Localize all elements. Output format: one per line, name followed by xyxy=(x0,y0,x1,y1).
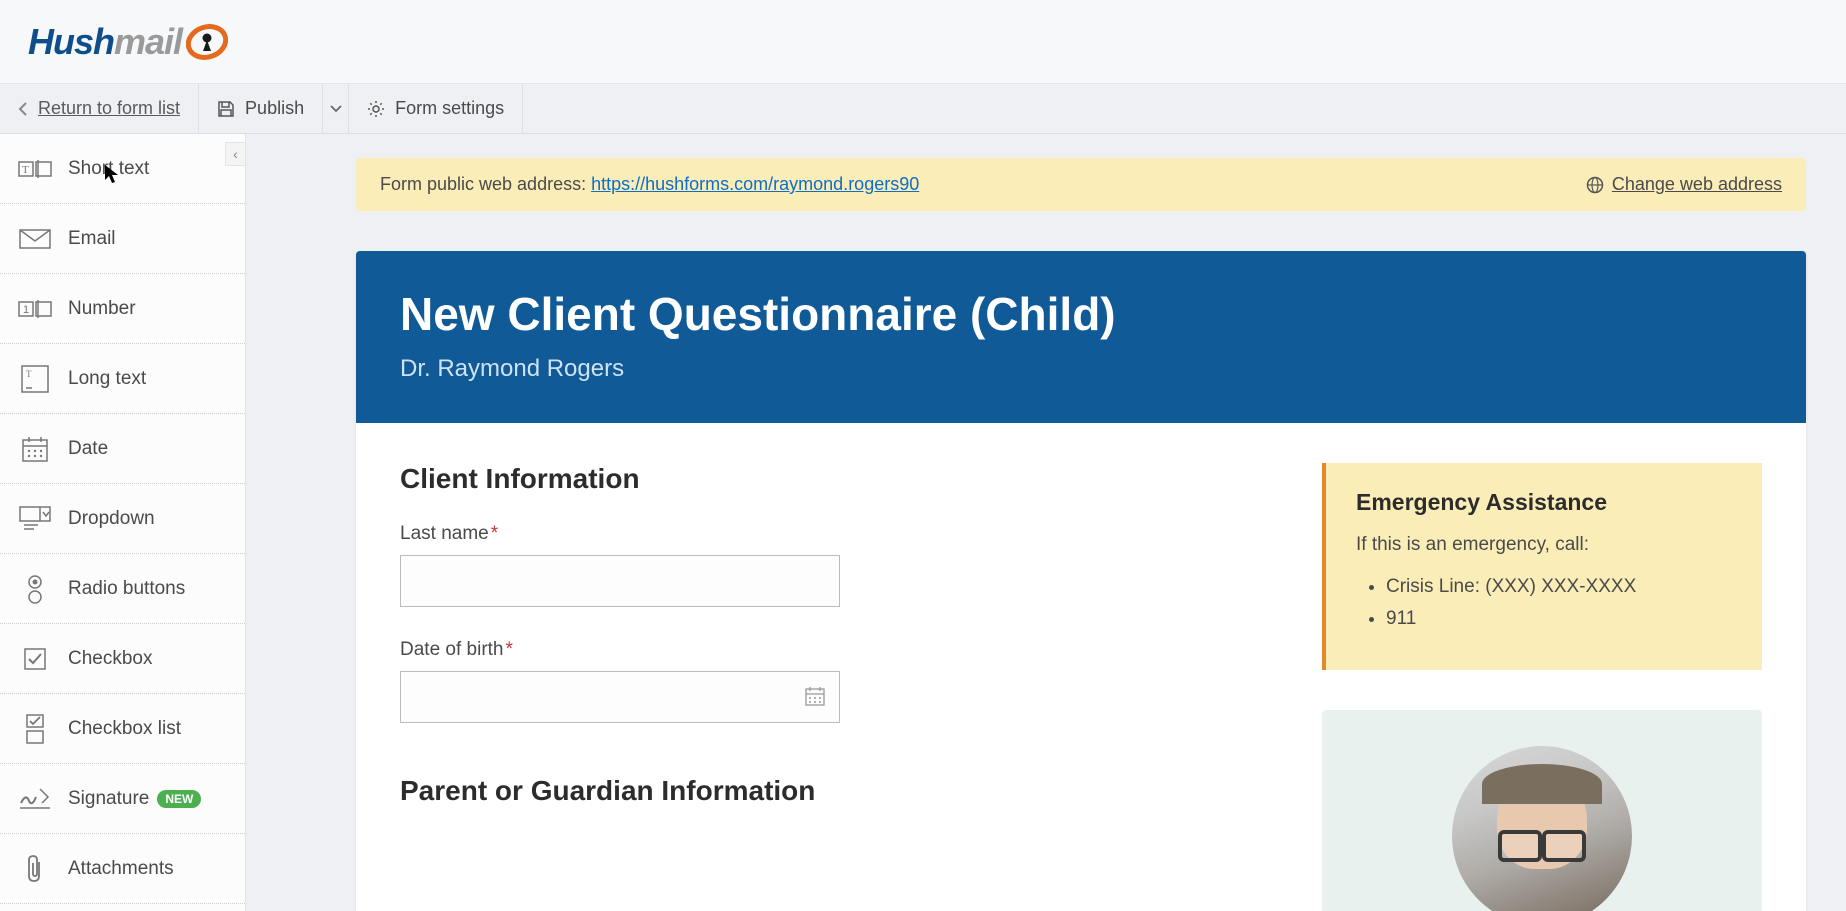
field-checkbox[interactable]: Checkbox xyxy=(0,624,245,694)
section-guardian-info[interactable]: Parent or Guardian Information xyxy=(400,775,1272,807)
lastname-label: Last name* xyxy=(400,523,1272,545)
avatar-card[interactable] xyxy=(1322,710,1762,911)
field-number[interactable]: 1 Number xyxy=(0,274,245,344)
field-label: Attachments xyxy=(68,858,174,880)
svg-text:T: T xyxy=(22,164,29,176)
dob-input[interactable] xyxy=(400,671,840,723)
dob-label: Date of birth* xyxy=(400,639,1272,661)
callout-item: Crisis Line: (XXX) XXX-XXXX xyxy=(1386,576,1732,598)
form-left-column: Client Information Last name* Date of bi… xyxy=(400,463,1272,911)
field-block-lastname[interactable]: Last name* xyxy=(400,523,1272,607)
calendar-icon[interactable] xyxy=(804,685,826,707)
section-client-info[interactable]: Client Information xyxy=(400,463,1272,495)
number-icon: 1 xyxy=(16,290,54,328)
field-dropdown[interactable]: Dropdown xyxy=(0,484,245,554)
checkbox-icon xyxy=(16,640,54,678)
checkbox-list-icon xyxy=(16,710,54,748)
signature-icon xyxy=(16,780,54,818)
callout-item: 911 xyxy=(1386,608,1732,630)
chevron-left-icon: ‹ xyxy=(233,146,238,162)
email-icon xyxy=(16,220,54,258)
required-marker: * xyxy=(506,639,513,660)
new-badge: NEW xyxy=(157,790,201,808)
field-label: Long text xyxy=(68,368,146,390)
field-radio[interactable]: Radio buttons xyxy=(0,554,245,624)
form-preview: New Client Questionnaire (Child) Dr. Ray… xyxy=(356,251,1806,911)
field-label: Dropdown xyxy=(68,508,155,530)
globe-icon xyxy=(1586,176,1604,194)
form-canvas: Form public web address: https://hushfor… xyxy=(246,134,1846,911)
paperclip-icon xyxy=(16,850,54,888)
form-subtitle: Dr. Raymond Rogers xyxy=(400,355,1762,383)
chevron-down-icon xyxy=(330,105,342,113)
field-block-dob[interactable]: Date of birth* xyxy=(400,639,1272,723)
field-long-text[interactable]: T Long text xyxy=(0,344,245,414)
avatar-image xyxy=(1452,746,1632,911)
svg-text:T: T xyxy=(26,369,32,379)
form-title: New Client Questionnaire (Child) xyxy=(400,287,1762,341)
field-label: Radio buttons xyxy=(68,578,185,600)
field-label: Signature xyxy=(68,788,149,810)
public-url-notice: Form public web address: https://hushfor… xyxy=(356,158,1806,211)
svg-text:1: 1 xyxy=(23,304,29,316)
return-to-list-link[interactable]: Return to form list xyxy=(0,84,199,133)
radio-icon xyxy=(16,570,54,608)
emergency-callout[interactable]: Emergency Assistance If this is an emerg… xyxy=(1322,463,1762,670)
logo[interactable]: Hushmail xyxy=(28,21,228,63)
field-label: Number xyxy=(68,298,136,320)
field-short-text[interactable]: T Short text xyxy=(0,134,245,204)
chevron-left-icon xyxy=(18,102,28,116)
dropdown-icon xyxy=(16,500,54,538)
public-url-link[interactable]: https://hushforms.com/raymond.rogers90 xyxy=(591,174,919,194)
logo-text-mail: mail xyxy=(114,21,182,63)
logo-keyhole-icon xyxy=(186,21,228,63)
field-attachments[interactable]: Attachments xyxy=(0,834,245,904)
notice-prefix: Form public web address: xyxy=(380,174,591,194)
field-email[interactable]: Email xyxy=(0,204,245,274)
lastname-input[interactable] xyxy=(400,555,840,607)
form-right-column: Emergency Assistance If this is an emerg… xyxy=(1322,463,1762,911)
field-label: Checkbox xyxy=(68,648,153,670)
long-text-icon: T xyxy=(16,360,54,398)
field-date[interactable]: Date xyxy=(0,414,245,484)
return-label: Return to form list xyxy=(38,98,180,119)
calendar-icon xyxy=(16,430,54,468)
content-area: ‹ T Short text Email 1 Number T xyxy=(0,134,1846,911)
form-header[interactable]: New Client Questionnaire (Child) Dr. Ray… xyxy=(356,251,1806,423)
logo-text-hush: Hush xyxy=(28,21,114,63)
save-icon xyxy=(217,100,235,118)
field-signature[interactable]: Signature NEW xyxy=(0,764,245,834)
required-marker: * xyxy=(491,523,498,544)
field-checkbox-list[interactable]: Checkbox list xyxy=(0,694,245,764)
sidebar-collapse-button[interactable]: ‹ xyxy=(225,142,245,166)
callout-title: Emergency Assistance xyxy=(1356,489,1732,516)
form-settings-button[interactable]: Form settings xyxy=(349,84,523,133)
field-label: Short text xyxy=(68,158,149,180)
field-label: Email xyxy=(68,228,116,250)
short-text-icon: T xyxy=(16,150,54,188)
notice-left: Form public web address: https://hushfor… xyxy=(380,174,919,195)
field-label: Checkbox list xyxy=(68,718,181,740)
field-label: Date xyxy=(68,438,108,460)
publish-dropdown[interactable] xyxy=(323,84,349,133)
notice-right: Change web address xyxy=(1586,174,1782,195)
toolbar: Return to form list Publish Form setting… xyxy=(0,84,1846,134)
gear-icon xyxy=(367,100,385,118)
publish-label: Publish xyxy=(245,98,304,119)
form-body: Client Information Last name* Date of bi… xyxy=(356,423,1806,911)
callout-list: Crisis Line: (XXX) XXX-XXXX 911 xyxy=(1356,576,1732,630)
app-header: Hushmail xyxy=(0,0,1846,84)
change-address-link[interactable]: Change web address xyxy=(1612,174,1782,195)
publish-button[interactable]: Publish xyxy=(199,84,323,133)
fields-sidebar: ‹ T Short text Email 1 Number T xyxy=(0,134,246,911)
callout-intro: If this is an emergency, call: xyxy=(1356,534,1732,556)
settings-label: Form settings xyxy=(395,98,504,119)
